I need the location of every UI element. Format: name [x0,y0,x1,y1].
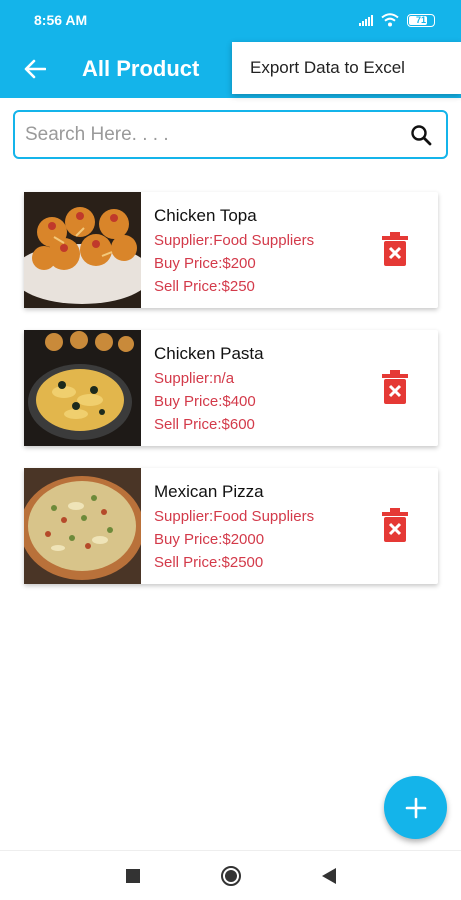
search-input[interactable] [25,123,410,146]
product-name: Mexican Pizza [154,482,264,501]
circle-icon [220,865,241,886]
product-card[interactable]: Mexican Pizza Supplier:Food Suppliers Bu… [24,468,438,584]
home-button[interactable] [217,862,245,890]
trash-icon[interactable] [380,508,410,542]
status-time: 8:56 AM [34,12,88,28]
plus-icon [405,797,426,818]
product-card[interactable]: Chicken Pasta Supplier:n/a Buy Price:$40… [24,330,438,446]
battery-icon: 71 [407,13,435,27]
back-nav-button[interactable] [315,862,343,890]
status-bar: 8:56 AM 71 [0,0,461,40]
trash-icon[interactable] [380,370,410,404]
export-excel-menu-item[interactable]: Export Data to Excel [250,58,405,78]
arrow-left-icon [24,59,46,79]
wifi-icon [381,13,399,27]
page-title: All Product [82,56,200,81]
product-image [24,192,141,308]
product-name: Chicken Pasta [154,344,264,363]
status-icons: 71 [359,13,435,27]
recents-button[interactable] [119,862,147,890]
triangle-left-icon [321,867,336,884]
product-name: Chicken Topa [154,206,257,225]
back-button[interactable] [20,54,50,84]
square-icon [125,868,140,883]
product-sell-price: Sell Price:$250 [154,278,255,295]
product-image [24,468,141,584]
overflow-menu: Export Data to Excel [232,42,461,94]
battery-level: 71 [415,15,426,25]
product-sell-price: Sell Price:$600 [154,416,255,433]
search-icon[interactable] [410,124,432,146]
product-image [24,330,141,446]
product-sell-price: Sell Price:$2500 [154,554,264,571]
add-product-button[interactable] [384,776,447,839]
trash-icon[interactable] [380,232,410,266]
search-box [13,110,448,159]
product-list: Chicken Topa Supplier:Food Suppliers Buy… [24,192,438,606]
system-nav-bar [0,850,461,900]
signal-icon [359,14,373,26]
product-card[interactable]: Chicken Topa Supplier:Food Suppliers Buy… [24,192,438,308]
